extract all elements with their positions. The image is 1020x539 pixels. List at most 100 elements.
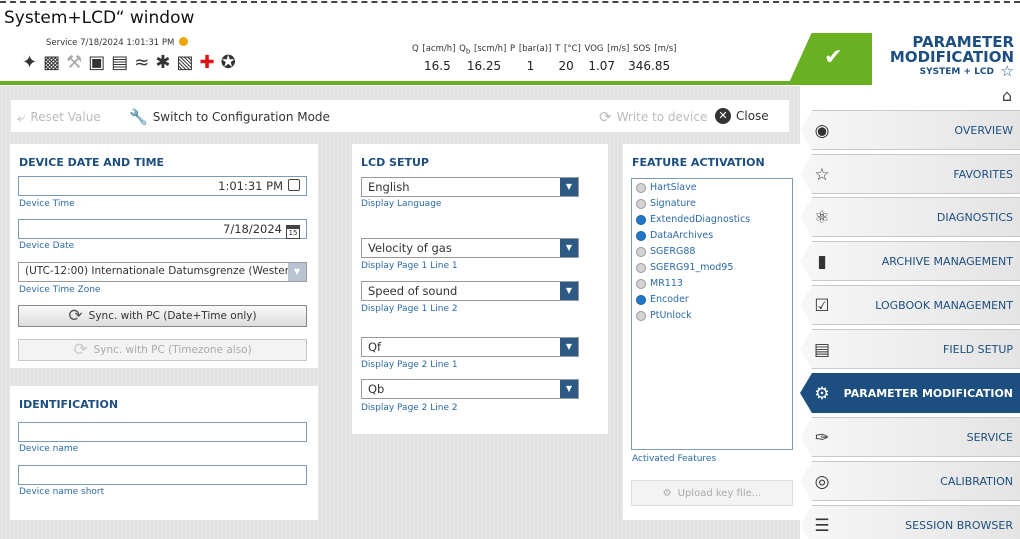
- service-info: Service 7/18/2024 1:01:31 PM: [46, 37, 189, 48]
- radio-off-icon: [636, 182, 646, 193]
- radio-off-icon: [636, 198, 646, 209]
- display-language-select[interactable]: English ▼: [361, 177, 579, 197]
- units-icon[interactable]: ≈: [134, 51, 149, 75]
- flow-base-value: 16.25: [466, 58, 502, 73]
- user-icon[interactable]: ▩: [43, 51, 60, 75]
- close-button[interactable]: ✕ Close: [715, 108, 769, 124]
- nav-overview[interactable]: ◉ OVERVIEW: [800, 110, 1020, 150]
- list-item[interactable]: ExtendedDiagnostics: [636, 214, 750, 225]
- page2-line2-label: Display Page 2 Line 2: [361, 403, 458, 413]
- device-date-field[interactable]: 7/18/2024 15: [18, 219, 307, 239]
- notes-icon[interactable]: ▧: [176, 51, 193, 75]
- device-time-field[interactable]: 1:01:31 PM: [18, 176, 307, 196]
- favorite-star-icon[interactable]: ☆: [1001, 62, 1014, 80]
- chevron-down-icon: ▼: [288, 263, 306, 281]
- list-item[interactable]: SGERG91_mod95: [636, 262, 733, 273]
- device-time-label: Device Time: [19, 199, 75, 209]
- chevron-down-icon: ▼: [560, 282, 578, 300]
- page1-line1-select[interactable]: Velocity of gas ▼: [361, 238, 579, 258]
- page-subtitle: SYSTEM + LCD: [919, 67, 994, 77]
- radio-off-icon: [636, 246, 646, 257]
- vog-value: 1.07: [588, 58, 616, 73]
- nav-favorites[interactable]: ☆ FAVORITES: [800, 154, 1020, 194]
- nav-diagnostics[interactable]: ⚛ DIAGNOSTICS: [800, 197, 1020, 237]
- plug-icon[interactable]: ✦: [22, 51, 37, 75]
- radio-on-icon: [636, 230, 646, 241]
- lock-open-icon[interactable]: ▣: [88, 51, 105, 75]
- archive-icon: ▮: [817, 252, 827, 272]
- page2-line1-label: Display Page 2 Line 1: [361, 360, 458, 370]
- warning-icon[interactable]: [179, 37, 189, 46]
- flow-actual-value: 16.5: [424, 58, 451, 73]
- logbook-icon: ☑: [814, 296, 830, 316]
- stethoscope-icon: ⚛: [814, 208, 830, 228]
- device-name-input[interactable]: [18, 422, 307, 442]
- badge-icon[interactable]: ✪: [221, 51, 236, 75]
- sos-value: 346.85: [628, 58, 671, 73]
- undo-icon: ⤶: [17, 108, 26, 126]
- tool-icon[interactable]: ⚒: [66, 51, 82, 75]
- radio-off-icon: [636, 310, 646, 321]
- device-name-short-input[interactable]: [18, 465, 307, 485]
- radio-off-icon: [636, 262, 646, 273]
- top-dashed-divider: [0, 1, 1020, 3]
- time-zone-select[interactable]: (UTC-12:00) Internationale Datumsgrenze …: [18, 262, 307, 282]
- list-item[interactable]: PtUnlock: [636, 310, 692, 321]
- write-to-device-button[interactable]: ⟳ Write to device: [599, 108, 707, 126]
- sync-pc-button[interactable]: ⟳ Sync. with PC (Date+Time only): [18, 305, 307, 327]
- action-toolbar: ⤶ Reset Value 🔧 Switch to Configuration …: [10, 99, 790, 133]
- chevron-down-icon: ▼: [560, 380, 578, 398]
- status-icon-bar: ✦ ▩ ⚒ ▣ ▤ ≈ ✱ ▧ ✚ ✪: [22, 51, 236, 75]
- page2-line2-select[interactable]: Qb ▼: [361, 379, 579, 399]
- identification-title: IDENTIFICATION: [19, 398, 119, 411]
- feature-list: HartSlave Signature ExtendedDiagnostics …: [631, 178, 793, 450]
- measurement-readout: Q [acm/h] Qb [scm/h] P [bar(a)] T [°C] V…: [412, 44, 676, 73]
- nav-archive-management[interactable]: ▮ ARCHIVE MANAGEMENT: [800, 241, 1020, 281]
- sync-icon: ⟳: [73, 340, 88, 360]
- list-item[interactable]: HartSlave: [636, 182, 697, 193]
- time-zone-label: Device Time Zone: [19, 285, 101, 295]
- device-date-label: Device Date: [19, 241, 75, 251]
- feature-activation-title: FEATURE ACTIVATION: [632, 156, 765, 169]
- chevron-down-icon: ▼: [560, 178, 578, 196]
- calibration-icon: ◎: [814, 472, 830, 492]
- nav-field-setup[interactable]: ▤ FIELD SETUP: [800, 329, 1020, 369]
- sync-timezone-button[interactable]: ⟳ Sync. with PC (Timezone also): [18, 339, 307, 361]
- nav-calibration[interactable]: ◎ CALIBRATION: [800, 461, 1020, 501]
- display-language-label: Display Language: [361, 199, 442, 209]
- nav-logbook-management[interactable]: ☑ LOGBOOK MANAGEMENT: [800, 285, 1020, 325]
- refresh-icon: ⟳: [599, 108, 612, 126]
- page1-line2-select[interactable]: Speed of sound ▼: [361, 281, 579, 301]
- nav-session-browser[interactable]: ☰ SESSION BROWSER: [800, 505, 1020, 539]
- chevron-down-icon: ▼: [560, 338, 578, 356]
- star-icon: ☆: [814, 165, 830, 185]
- list-item[interactable]: DataArchives: [636, 230, 713, 241]
- document-icon[interactable]: ▤: [111, 51, 128, 75]
- device-name-short-label: Device name short: [19, 487, 105, 497]
- sync-icon: ⟳: [68, 306, 83, 326]
- globe-icon: ◉: [814, 121, 830, 141]
- measurement-labels: Q [acm/h] Qb [scm/h] P [bar(a)] T [°C] V…: [412, 44, 677, 56]
- page2-line1-select[interactable]: Qf ▼: [361, 337, 579, 357]
- reset-value-button[interactable]: ⤶ Reset Value: [17, 108, 101, 126]
- page-title: PARAMETER MODIFICATION: [889, 33, 1014, 66]
- home-icon[interactable]: ⌂: [1002, 86, 1012, 105]
- list-item[interactable]: Encoder: [636, 294, 689, 305]
- header-accent-line: [0, 81, 800, 85]
- list-item[interactable]: MR113: [636, 278, 683, 289]
- list-item[interactable]: Signature: [636, 198, 696, 209]
- upload-key-file-button[interactable]: ⚙ Upload key file...: [631, 480, 793, 506]
- calendar-icon[interactable]: 15: [286, 225, 300, 239]
- wrench-icon: 🔧: [129, 108, 148, 126]
- asterisk-icon[interactable]: ✱: [155, 51, 170, 75]
- time-checkbox[interactable]: [288, 179, 300, 191]
- medical-cross-icon[interactable]: ✚: [199, 51, 214, 75]
- key-icon: ⚙: [662, 487, 672, 499]
- pressure-value: 1: [526, 58, 535, 73]
- nav-service[interactable]: ✑ SERVICE: [800, 417, 1020, 457]
- list-item[interactable]: SGERG88: [636, 246, 695, 257]
- device-name-label: Device name: [19, 444, 79, 454]
- switch-config-mode-button[interactable]: 🔧 Switch to Configuration Mode: [129, 108, 330, 126]
- nav-parameter-modification[interactable]: ⚙ PARAMETER MODIFICATION: [800, 373, 1020, 413]
- gear-icon: ⚙: [814, 384, 830, 404]
